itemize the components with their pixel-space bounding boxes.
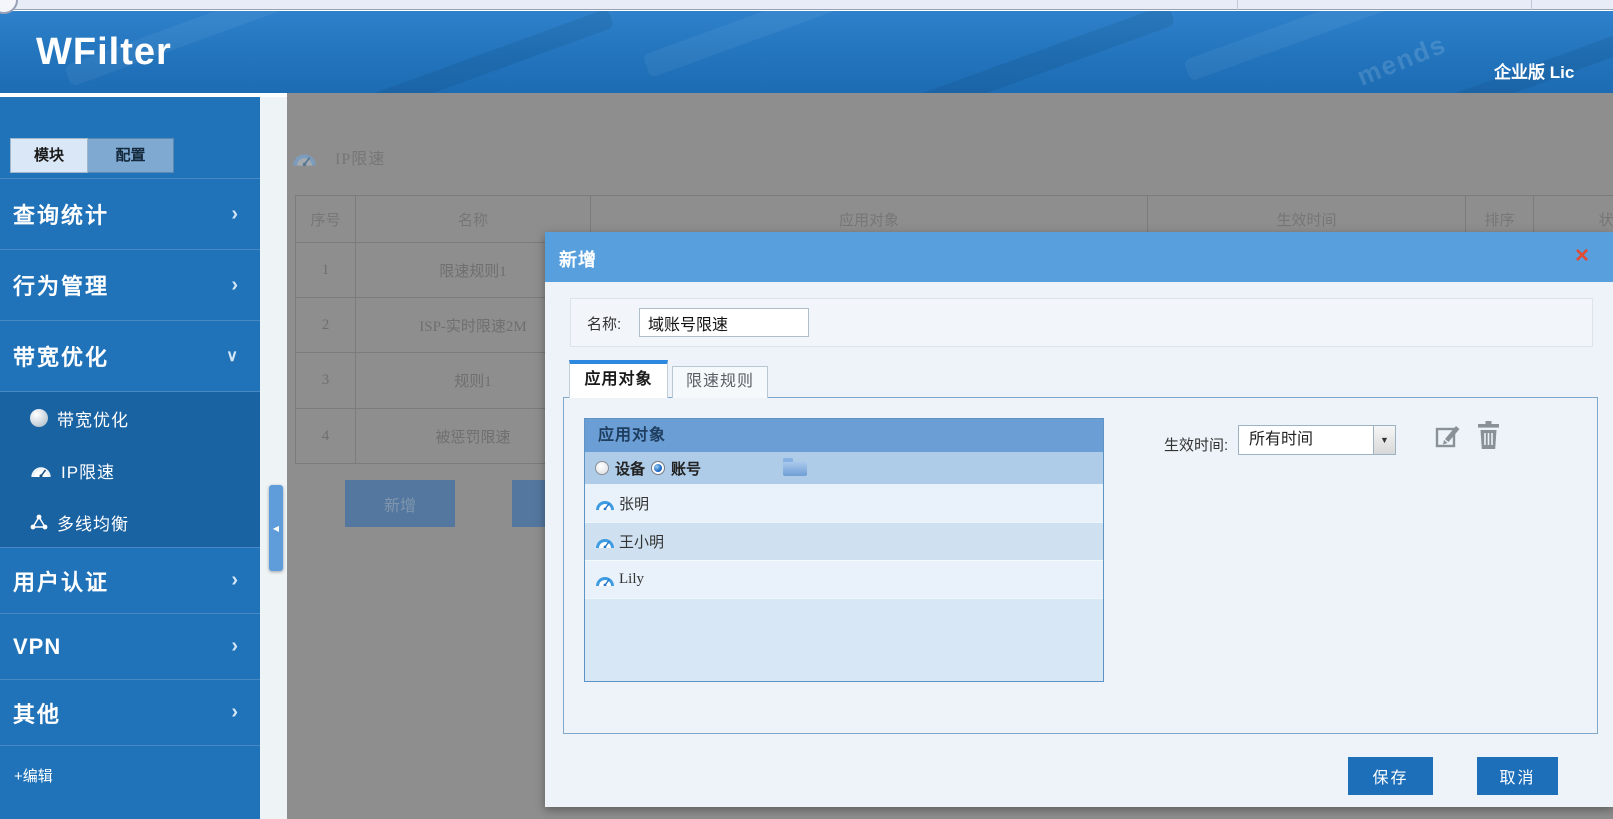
gauge-icon [595, 573, 615, 586]
target-type-radio-row: 设备 账号 [585, 452, 1103, 484]
sidebar-item-user-auth[interactable]: 用户认证 › [0, 547, 260, 613]
sidebar: 模块 配置 查询统计 › 行为管理 › 带宽优化 ∨ 带宽优化 [0, 93, 260, 819]
sidebar-item-query-stats[interactable]: 查询统计 › [0, 178, 260, 249]
gauge-icon [30, 463, 52, 477]
user-list-item[interactable]: 王小明 [585, 522, 1103, 560]
submenu-item-multiline-balance[interactable]: 多线均衡 [0, 496, 260, 548]
radio-account-label[interactable]: 账号 [671, 458, 701, 479]
gauge-icon [595, 497, 615, 510]
page-title: IP限速 [335, 145, 385, 169]
collapse-left-icon: ◀ [273, 524, 279, 533]
chevron-down-icon: ∨ [226, 346, 238, 366]
dropdown-arrow-icon[interactable]: ▼ [1373, 426, 1395, 454]
name-field-row: 名称: [570, 298, 1593, 347]
gauge-icon [292, 149, 317, 166]
time-select-value: 所有时间 [1239, 426, 1395, 454]
page-title-row: IP限速 [292, 145, 385, 169]
sidebar-tab-bar: 模块 配置 [10, 138, 174, 173]
col-header-no: 序号 [296, 196, 356, 243]
tab-content-area: 应用对象 设备 账号 张明 [563, 397, 1598, 734]
background-watermark: mends [1353, 29, 1452, 93]
gauge-icon [595, 535, 615, 548]
sidebar-item-behavior-mgmt[interactable]: 行为管理 › [0, 249, 260, 320]
sidebar-gutter [260, 93, 287, 819]
app-header: mends WFilter 企业版 Lic [0, 11, 1613, 93]
apply-target-panel: 应用对象 设备 账号 张明 [584, 418, 1104, 682]
table-row-cell-no[interactable]: 1 [296, 243, 356, 298]
table-row-cell-no[interactable]: 3 [296, 353, 356, 409]
cancel-button[interactable]: 取消 [1477, 757, 1558, 795]
tab-modules[interactable]: 模块 [10, 138, 88, 173]
browser-tab-separator [1237, 0, 1238, 10]
submenu-item-bandwidth-opt[interactable]: 带宽优化 [0, 392, 260, 444]
user-list-item[interactable]: Lily [585, 560, 1103, 598]
name-label: 名称: [587, 313, 621, 334]
browser-tab-separator [1531, 0, 1532, 10]
sphere-icon [30, 409, 48, 427]
chevron-right-icon: › [231, 635, 238, 658]
tab-speed-rule[interactable]: 限速规则 [672, 366, 768, 398]
add-rule-button[interactable]: 新增 [345, 480, 455, 527]
edit-menu-link[interactable]: +编辑 [14, 765, 53, 786]
chevron-right-icon: › [231, 203, 238, 226]
table-row-cell-no[interactable]: 2 [296, 298, 356, 353]
panel-header: 应用对象 [585, 419, 1103, 452]
bandwidth-submenu: 带宽优化 IP限速 [0, 391, 260, 547]
app-logo: WFilter [36, 31, 172, 74]
screen: mends WFilter 企业版 Lic 模块 配置 查询统计 › 行为管理 … [0, 0, 1613, 819]
panel-empty-area [585, 598, 1103, 681]
time-select[interactable]: 所有时间 ▼ [1238, 425, 1396, 455]
sidebar-item-bandwidth-opt[interactable]: 带宽优化 ∨ [0, 320, 260, 391]
save-button[interactable]: 保存 [1348, 757, 1433, 795]
folder-icon[interactable] [783, 462, 807, 476]
license-label: 企业版 Lic [1494, 58, 1574, 83]
user-list-item[interactable]: 张明 [585, 484, 1103, 522]
radio-device[interactable] [595, 461, 609, 475]
modal-title: 新增 [559, 246, 597, 272]
browser-chrome-strip [0, 0, 1613, 10]
chevron-right-icon: › [231, 569, 238, 592]
chevron-right-icon: › [231, 274, 238, 297]
chevron-right-icon: › [231, 701, 238, 724]
sidebar-item-vpn[interactable]: VPN › [0, 613, 260, 679]
sidebar-collapse-handle[interactable]: ◀ [269, 485, 283, 571]
radio-device-label[interactable]: 设备 [615, 458, 645, 479]
modal-header: 新增 × [545, 232, 1613, 282]
table-row-cell-no[interactable]: 4 [296, 409, 356, 464]
tab-apply-target[interactable]: 应用对象 [569, 360, 668, 398]
tab-config[interactable]: 配置 [88, 138, 174, 173]
delete-time-icon[interactable] [1477, 421, 1500, 449]
sidebar-item-other[interactable]: 其他 › [0, 679, 260, 745]
load-balance-icon [30, 514, 48, 530]
submenu-item-ip-limit[interactable]: IP限速 [0, 444, 260, 496]
edit-time-icon[interactable] [1435, 422, 1462, 449]
effective-time-label: 生效时间: [1164, 434, 1228, 455]
sidebar-footer-divider [0, 745, 260, 746]
close-icon[interactable]: × [1575, 242, 1589, 270]
name-input[interactable] [639, 308, 809, 337]
radio-account[interactable] [651, 461, 665, 475]
add-rule-modal: 新增 × 名称: 应用对象 限速规则 应用对象 设备 账号 [545, 232, 1613, 807]
